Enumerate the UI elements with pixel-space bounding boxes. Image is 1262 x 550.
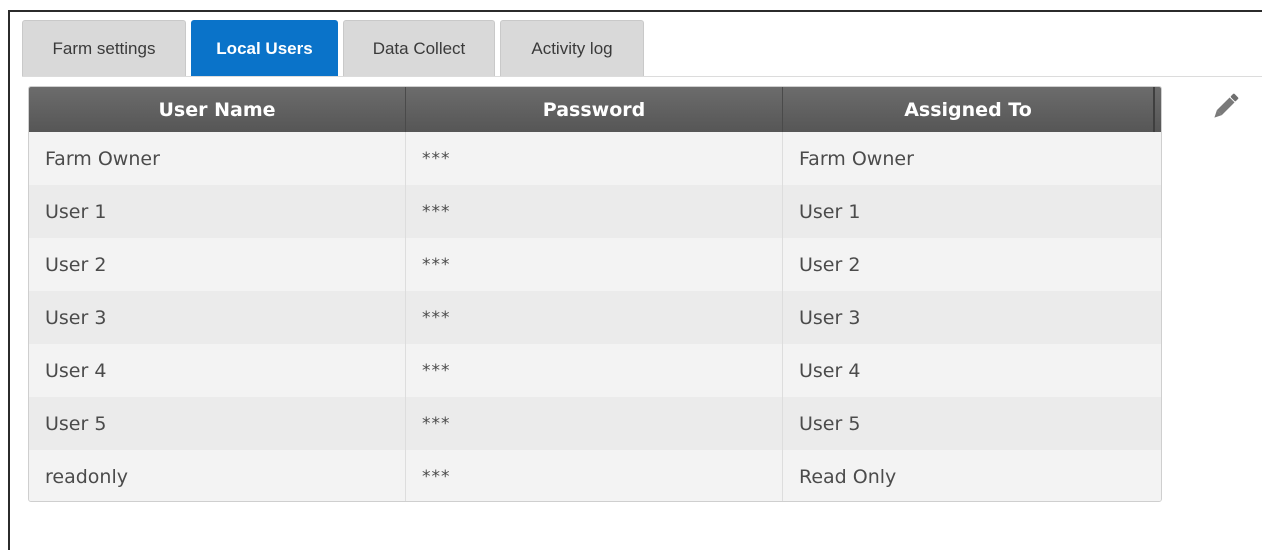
- edit-button[interactable]: [1206, 88, 1244, 126]
- table-row[interactable]: readonly *** Read Only: [29, 450, 1161, 501]
- tab-farm-settings[interactable]: Farm settings: [22, 20, 186, 76]
- column-header-user-name[interactable]: User Name: [29, 87, 406, 132]
- assigned-to-cell: Farm Owner: [799, 147, 914, 170]
- assigned-to-cell: User 1: [799, 200, 861, 223]
- column-header-password[interactable]: Password: [406, 87, 783, 132]
- assigned-to-cell: User 5: [799, 412, 861, 435]
- tab-local-users[interactable]: Local Users: [191, 20, 338, 76]
- user-name-cell: User 1: [29, 185, 406, 238]
- column-header-assigned-to[interactable]: Assigned To: [783, 87, 1155, 132]
- password-cell: ***: [406, 185, 783, 238]
- password-cell: ***: [406, 238, 783, 291]
- user-name-cell: User 5: [29, 397, 406, 450]
- password-cell: ***: [406, 450, 783, 501]
- tab-bar: Farm settings Local Users Data Collect A…: [22, 20, 644, 76]
- users-table: User Name Password Assigned To Farm Owne…: [28, 86, 1162, 502]
- user-name-cell: User 2: [29, 238, 406, 291]
- tab-activity-log[interactable]: Activity log: [500, 20, 644, 76]
- password-cell: ***: [406, 132, 783, 185]
- user-name-cell: User 4: [29, 344, 406, 397]
- tab-data-collect[interactable]: Data Collect: [343, 20, 495, 76]
- table-header: User Name Password Assigned To: [29, 87, 1161, 132]
- table-row[interactable]: User 2 *** User 2: [29, 238, 1161, 291]
- assigned-to-cell: User 4: [799, 359, 861, 382]
- assigned-to-cell: User 3: [799, 306, 861, 329]
- table-row[interactable]: User 4 *** User 4: [29, 344, 1161, 397]
- table-body: Farm Owner *** Farm Owner User 1 *** Use…: [29, 132, 1161, 501]
- user-name-cell: readonly: [29, 450, 406, 501]
- password-cell: ***: [406, 344, 783, 397]
- password-cell: ***: [406, 291, 783, 344]
- table-row[interactable]: User 1 *** User 1: [29, 185, 1161, 238]
- password-cell: ***: [406, 397, 783, 450]
- pencil-icon: [1214, 93, 1239, 118]
- assigned-to-cell: User 2: [799, 253, 861, 276]
- table-row[interactable]: Farm Owner *** Farm Owner: [29, 132, 1161, 185]
- table-row[interactable]: User 3 *** User 3: [29, 291, 1161, 344]
- user-name-cell: Farm Owner: [29, 132, 406, 185]
- user-name-cell: User 3: [29, 291, 406, 344]
- table-row[interactable]: User 5 *** User 5: [29, 397, 1161, 450]
- assigned-to-cell: Read Only: [799, 465, 897, 488]
- tab-divider: [22, 76, 1262, 77]
